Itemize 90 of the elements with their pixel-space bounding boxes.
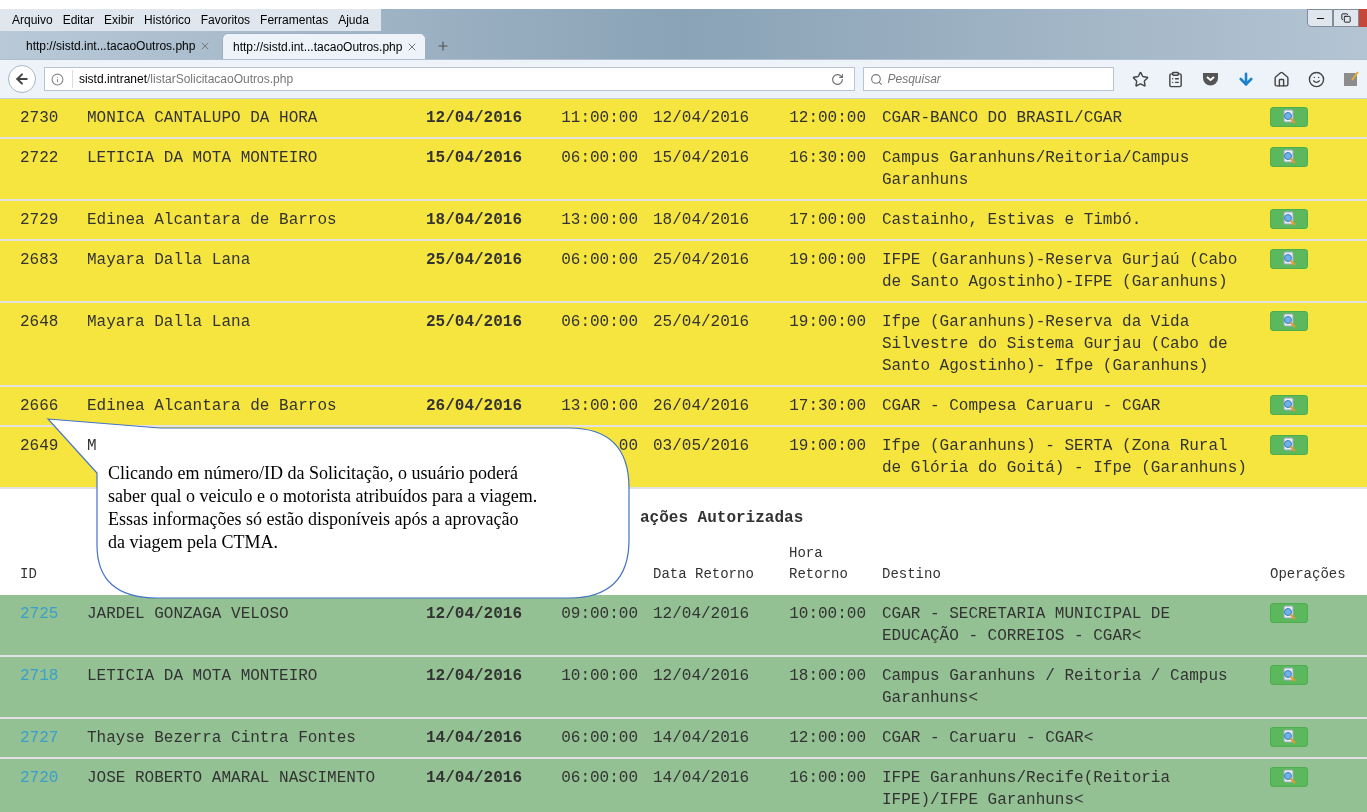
destination: CGAR - Compesa Caruaru - CGAR	[882, 397, 1161, 415]
menu-item[interactable]: Histórico	[144, 11, 191, 29]
return-date: 25/04/2016	[653, 251, 749, 269]
return-date: 14/04/2016	[653, 769, 749, 787]
return-date: 26/04/2016	[653, 397, 749, 415]
departure-date: 26/04/2016	[426, 397, 522, 415]
requester-name: Mayara Dalla Lana	[87, 251, 251, 269]
departure-date: 15/04/2016	[426, 149, 522, 167]
requester-name: M	[87, 437, 97, 455]
return-time: 16:00:00	[789, 769, 866, 787]
column-header: Data Retorno	[653, 566, 754, 582]
browser-tab[interactable]: http://sistd.int...tacaoOutros.php	[16, 33, 220, 59]
request-id: 2729	[20, 211, 59, 229]
return-date: 12/04/2016	[653, 109, 749, 127]
departure-date: 12/04/2016	[426, 605, 522, 623]
request-id: 2683	[20, 251, 59, 269]
return-time: 17:00:00	[789, 211, 866, 229]
return-date: 12/04/2016	[653, 605, 749, 623]
destination: IFPE Garanhuns/Recife(Reitoria IFPE)/IFPE Garanhuns<	[882, 769, 1171, 809]
departure-date: 25/04/2016	[426, 251, 522, 269]
departure-time: 13:00:00	[561, 211, 638, 229]
column-header: Hora Retorno	[789, 544, 849, 584]
departure-time: 06:00:00	[561, 149, 638, 167]
address-bar[interactable]: sistd.intranet/listarSolicitacaoOutros.php	[43, 67, 856, 91]
column-header: ID	[20, 566, 37, 582]
destination: Campus Garanhuns/Reitoria/Campus Garanhuns	[882, 149, 1190, 189]
column-header: Operações	[1270, 566, 1346, 582]
departure-time: 13:00:00	[561, 397, 638, 415]
return-time: 16:30:00	[789, 149, 866, 167]
destination: CGAR - Caruaru - CGAR<	[882, 729, 1094, 747]
requester-name: Mayara Dalla Lana	[87, 313, 251, 331]
departure-time: 10:00:00	[561, 667, 638, 685]
departure-date: 25/04/2016	[426, 313, 522, 331]
destination: CGAR-BANCO DO BRASIL/CGAR	[882, 109, 1123, 127]
return-time: 18:00:00	[789, 667, 866, 685]
destination: Ifpe (Garanhuns) - SERTA (Zona Rural de Glória do Goitá) - Ifpe (Garanhuns)	[882, 437, 1247, 477]
menu-item[interactable]: Ferramentas	[260, 11, 329, 29]
destination: CGAR - SECRETARIA MUNICIPAL DE EDUCAÇÃO - CORREIOS - CGAR<	[882, 605, 1171, 645]
return-time: 19:00:00	[789, 251, 866, 269]
menu-item[interactable]: Ajuda	[338, 11, 369, 29]
departure-date: 18/04/2016	[426, 211, 522, 229]
return-time: 19:00:00	[789, 437, 866, 455]
departure-date: 14/04/2016	[426, 769, 522, 787]
requester-name: Edinea Alcantara de Barros	[87, 211, 337, 229]
menu-item[interactable]: Editar	[62, 11, 95, 29]
return-date: 14/04/2016	[653, 729, 749, 747]
column-header: Destino	[882, 566, 941, 582]
section-title: ações Autorizadas	[640, 509, 804, 527]
destination: Castainho, Estivas e Timbó.	[882, 211, 1142, 229]
request-id: 2730	[20, 109, 59, 127]
browser-tab[interactable]: http://sistd.int...tacaoOutros.php	[222, 33, 426, 59]
return-date: 25/04/2016	[653, 313, 749, 331]
destination: IFPE (Garanhuns)-Reserva Gurjaú (Cabo de Santo Agostinho)-IFPE (Garanhuns)	[882, 251, 1238, 291]
return-date: 03/05/2016	[653, 437, 749, 455]
return-time: 17:30:00	[789, 397, 866, 415]
request-id: 2666	[20, 397, 59, 415]
return-date: 18/04/2016	[653, 211, 749, 229]
destination: Ifpe (Garanhuns)-Reserva da Vida Silvestre do Sistema Gurjau (Cabo de Santo Agostinho)- Ifpe (Garanhuns)	[882, 313, 1228, 375]
departure-date: 14/04/2016	[426, 729, 522, 747]
departure-time: 06:00:00	[561, 313, 638, 331]
search-field[interactable]: Pesquisar	[863, 67, 1114, 91]
departure-date: 12/04/2016	[426, 109, 522, 127]
requester-name: MONICA CANTALUPO DA HORA	[87, 109, 318, 127]
return-time: 19:00:00	[789, 313, 866, 331]
departure-time: 00	[618, 437, 638, 455]
menu-item[interactable]: Favoritos	[200, 11, 251, 29]
request-id: 2649	[20, 437, 59, 455]
requester-name: LETICIA DA MOTA MONTEIRO	[87, 667, 318, 685]
request-id: 2722	[20, 149, 59, 167]
request-id: 2648	[20, 313, 59, 331]
callout-text: Clicando em número/ID da Solicitação, o usuário poderá saber qual o veiculo e o motorista atribuídos para a viagem. Essas informações só estão disponíveis após a aprovação da viagem pela CTMA.	[108, 462, 538, 554]
requester-name: Edinea Alcantara de Barros	[87, 397, 337, 415]
departure-time: 06:00:00	[561, 251, 638, 269]
departure-time: 11:00:00	[561, 109, 638, 127]
return-time: 12:00:00	[789, 109, 866, 127]
return-date: 12/04/2016	[653, 667, 749, 685]
menu-item[interactable]: Exibir	[104, 11, 135, 29]
departure-date: 12/04/2016	[426, 667, 522, 685]
menu-item[interactable]: Arquivo	[12, 11, 53, 29]
requester-name: Thayse Bezerra Cintra Fontes	[87, 729, 356, 747]
requester-name: LETICIA DA MOTA MONTEIRO	[87, 149, 318, 167]
requester-name: JOSE ROBERTO AMARAL NASCIMENTO	[87, 769, 376, 787]
return-time: 10:00:00	[789, 605, 866, 623]
departure-time: 09:00:00	[561, 605, 638, 623]
destination: Campus Garanhuns / Reitoria / Campus Garanhuns<	[882, 667, 1228, 707]
requester-name: JARDEL GONZAGA VELOSO	[87, 605, 289, 623]
departure-time: 06:00:00	[561, 729, 638, 747]
return-time: 12:00:00	[789, 729, 866, 747]
departure-time: 06:00:00	[561, 769, 638, 787]
return-date: 15/04/2016	[653, 149, 749, 167]
